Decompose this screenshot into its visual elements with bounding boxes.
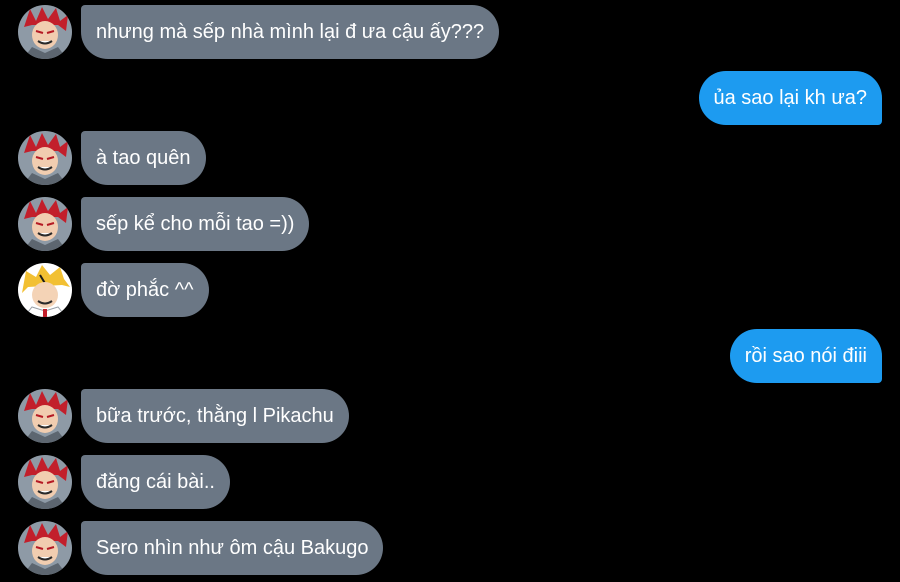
kirishima-avatar-icon[interactable]	[18, 5, 72, 59]
message-bubble-incoming[interactable]: sếp kể cho mỗi tao =))	[81, 197, 310, 251]
message-row-incoming: đờ phắc ^^	[0, 263, 900, 317]
message-bubble-incoming[interactable]: nhưng mà sếp nhà mình lại đ ưa cậu ấy???	[81, 5, 500, 59]
message-row-incoming: à tao quên	[0, 131, 900, 185]
chat-thread: nhưng mà sếp nhà mình lại đ ưa cậu ấy???…	[0, 0, 900, 582]
message-bubble-incoming[interactable]: bữa trước, thằng l Pikachu	[81, 389, 349, 443]
kirishima-avatar-icon[interactable]	[18, 389, 72, 443]
message-bubble-outgoing[interactable]: rồi sao nói điii	[729, 329, 882, 383]
kirishima-avatar-icon[interactable]	[18, 131, 72, 185]
message-row-outgoing: ủa sao lại kh ưa?	[0, 71, 900, 125]
message-bubble-incoming[interactable]: à tao quên	[81, 131, 206, 185]
kirishima-avatar-icon[interactable]	[18, 521, 72, 575]
kirishima-avatar-icon[interactable]	[18, 455, 72, 509]
message-row-incoming: bữa trước, thằng l Pikachu	[0, 389, 900, 443]
kaminari-avatar-icon[interactable]	[18, 263, 72, 317]
message-bubble-incoming[interactable]: Sero nhìn như ôm cậu Bakugo	[81, 521, 384, 575]
message-row-incoming: đăng cái bài..	[0, 455, 900, 509]
message-bubble-incoming[interactable]: đờ phắc ^^	[81, 263, 209, 317]
message-bubble-outgoing[interactable]: ủa sao lại kh ưa?	[698, 71, 882, 125]
message-bubble-incoming[interactable]: đăng cái bài..	[81, 455, 230, 509]
message-row-incoming: sếp kể cho mỗi tao =))	[0, 197, 900, 251]
kirishima-avatar-icon[interactable]	[18, 197, 72, 251]
message-row-incoming: Sero nhìn như ôm cậu Bakugo	[0, 521, 900, 575]
message-row-incoming: nhưng mà sếp nhà mình lại đ ưa cậu ấy???	[0, 5, 900, 59]
message-row-outgoing: rồi sao nói điii	[0, 329, 900, 383]
